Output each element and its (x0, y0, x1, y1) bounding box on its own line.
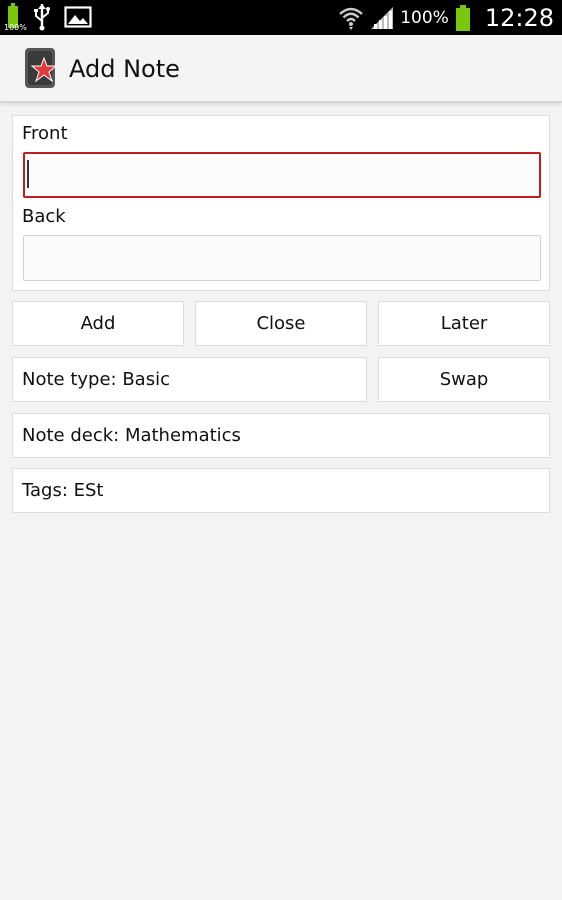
battery-small-percent: 100% (4, 23, 27, 32)
note-type-selector[interactable]: Note type: Basic (12, 357, 367, 402)
clock: 12:28 (484, 3, 554, 32)
battery-percent: 100% (400, 7, 449, 28)
wifi-icon (338, 5, 364, 31)
battery-icon (455, 4, 471, 32)
swap-button[interactable]: Swap (378, 357, 550, 402)
usb-icon (32, 3, 52, 31)
battery-icon: 100% (4, 3, 27, 32)
back-field[interactable] (23, 235, 541, 281)
note-fields-card: Front Back (12, 115, 550, 291)
note-deck-selector[interactable]: Note deck: Mathematics (12, 413, 550, 458)
front-field[interactable] (23, 152, 541, 198)
status-bar-notifications: 100% (4, 3, 92, 32)
signal-icon (370, 6, 394, 30)
status-bar: 100% 100% 12:28 (0, 0, 562, 35)
later-button[interactable]: Later (378, 301, 550, 346)
action-bar: Add Note (0, 35, 562, 103)
close-button[interactable]: Close (195, 301, 367, 346)
anki-star-icon[interactable] (22, 47, 60, 91)
image-icon (64, 5, 92, 29)
front-label: Front (22, 123, 68, 144)
status-bar-system: 100% 12:28 (338, 0, 554, 35)
back-label: Back (22, 206, 66, 227)
page-title: Add Note (69, 55, 180, 83)
add-button[interactable]: Add (12, 301, 184, 346)
tags-selector[interactable]: Tags: ESt (12, 468, 550, 513)
text-cursor (27, 160, 29, 188)
